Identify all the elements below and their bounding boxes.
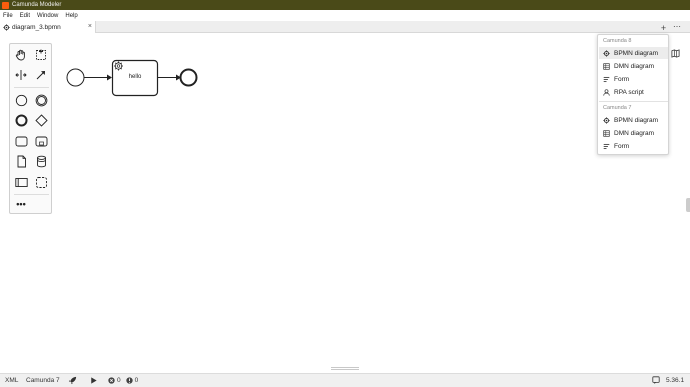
warning-count: 0 bbox=[134, 377, 139, 384]
dmn-icon bbox=[603, 129, 610, 137]
intermediate-event-icon[interactable] bbox=[33, 92, 49, 108]
menu-window[interactable]: Window bbox=[37, 13, 58, 19]
lasso-tool-icon[interactable] bbox=[33, 47, 49, 63]
menu-item-label: Form bbox=[614, 142, 630, 150]
warning-icon bbox=[125, 377, 133, 384]
feedback-icon[interactable] bbox=[652, 376, 660, 384]
group-icon[interactable] bbox=[33, 174, 49, 190]
menu-item-c7-form[interactable]: Form bbox=[599, 140, 668, 152]
menu-item-label: Form bbox=[614, 75, 630, 83]
tool-palette: ••• bbox=[9, 43, 52, 214]
camunda-logo-icon bbox=[2, 1, 9, 9]
bpmn-icon bbox=[603, 116, 610, 124]
menu-edit[interactable]: Edit bbox=[20, 13, 30, 19]
menu-item-label: DMN diagram bbox=[614, 129, 655, 137]
group-camunda-7-label: Camunda 7 bbox=[603, 105, 632, 111]
problems-indicator[interactable]: 0 0 bbox=[108, 377, 138, 384]
bpmn-icon bbox=[603, 49, 610, 57]
pool-icon[interactable] bbox=[13, 174, 29, 190]
form-icon bbox=[603, 76, 610, 83]
data-store-icon[interactable] bbox=[33, 153, 49, 169]
more-tools-icon[interactable]: ••• bbox=[13, 196, 29, 212]
status-bar: XML Camunda 7 0 0 5.36.1 bbox=[0, 373, 690, 387]
start-event-icon[interactable] bbox=[13, 92, 29, 108]
version-label[interactable]: 5.36.1 bbox=[666, 377, 684, 384]
menu-item-c8-rpa[interactable]: RPA script bbox=[599, 86, 668, 98]
start-event[interactable] bbox=[66, 68, 85, 87]
tab-bar: diagram_3.bpmn × + ⋯ bbox=[0, 21, 690, 33]
menu-separator bbox=[599, 101, 668, 102]
menu-item-c7-dmn[interactable]: DMN diagram bbox=[599, 127, 668, 139]
task-icon[interactable] bbox=[13, 133, 29, 149]
properties-panel-handle[interactable] bbox=[686, 198, 690, 212]
group-camunda-8-label: Camunda 8 bbox=[603, 38, 632, 44]
menu-item-c8-form[interactable]: Form bbox=[599, 73, 668, 85]
menu-file[interactable]: File bbox=[3, 13, 13, 19]
end-event[interactable] bbox=[179, 68, 198, 87]
menu-help[interactable]: Help bbox=[65, 13, 77, 19]
new-file-dropdown: Camunda 8 BPMN diagram DMN diagram Form … bbox=[597, 34, 669, 155]
tab-label: diagram_3.bpmn bbox=[12, 23, 61, 31]
space-tool-icon[interactable] bbox=[13, 67, 29, 83]
error-icon bbox=[108, 377, 115, 384]
close-icon[interactable]: × bbox=[88, 23, 92, 30]
form-icon bbox=[603, 143, 610, 150]
menu-bar: File Edit Window Help bbox=[0, 10, 690, 21]
connect-tool-icon[interactable] bbox=[33, 67, 49, 83]
menu-item-c8-dmn[interactable]: DMN diagram bbox=[599, 60, 668, 72]
palette-separator bbox=[14, 194, 49, 195]
service-task-label: hello bbox=[128, 74, 142, 80]
end-event-icon[interactable] bbox=[13, 112, 29, 128]
map-icon[interactable] bbox=[671, 49, 680, 58]
data-object-icon[interactable] bbox=[13, 153, 29, 169]
hand-tool-icon[interactable] bbox=[13, 47, 29, 63]
menu-item-label: BPMN diagram bbox=[614, 49, 659, 57]
tab-diagram[interactable]: diagram_3.bpmn × bbox=[0, 21, 96, 33]
new-file-button[interactable]: + bbox=[659, 23, 668, 33]
window-title: Camunda Modeler bbox=[12, 2, 62, 8]
menu-item-label: RPA script bbox=[614, 88, 644, 96]
start-instance-play-icon[interactable] bbox=[89, 376, 98, 385]
menu-item-c7-bpmn[interactable]: BPMN diagram bbox=[599, 114, 668, 126]
menu-item-label: DMN diagram bbox=[614, 62, 655, 70]
title-bar: Camunda Modeler bbox=[0, 0, 690, 10]
gateway-icon[interactable] bbox=[33, 112, 49, 128]
sequence-flow-arrow bbox=[107, 74, 112, 81]
rpa-icon bbox=[603, 88, 610, 96]
menu-item-label: BPMN diagram bbox=[614, 116, 659, 124]
menu-item-c8-bpmn[interactable]: BPMN diagram bbox=[599, 47, 668, 59]
more-options-icon[interactable]: ⋯ bbox=[673, 22, 682, 31]
engine-selector-button[interactable]: Camunda 7 bbox=[26, 377, 60, 384]
bpmn-gear-icon bbox=[3, 23, 10, 31]
subprocess-icon[interactable] bbox=[33, 133, 49, 149]
error-count: 0 bbox=[117, 377, 121, 384]
palette-separator bbox=[14, 87, 49, 88]
dmn-icon bbox=[603, 62, 610, 70]
xml-view-button[interactable]: XML bbox=[5, 377, 18, 384]
log-panel-resize-handle[interactable] bbox=[331, 367, 359, 370]
deploy-rocket-icon[interactable] bbox=[68, 376, 77, 385]
